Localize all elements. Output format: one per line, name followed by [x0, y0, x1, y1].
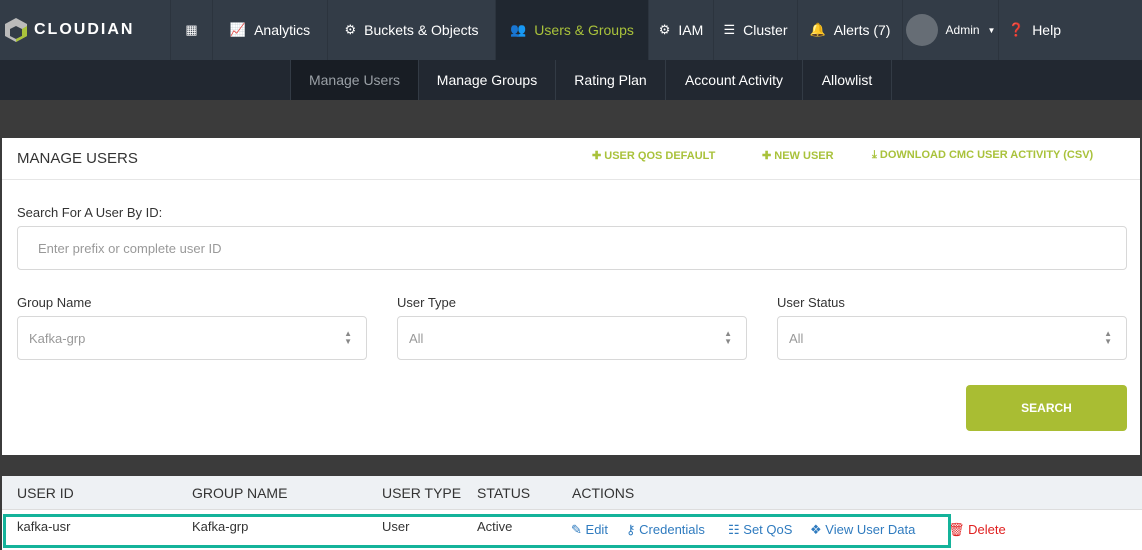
nav-help[interactable]: ❓ Help	[998, 0, 1070, 60]
col-user-id[interactable]: USER ID	[17, 485, 74, 501]
nav-users-groups[interactable]: 👥 Users & Groups	[495, 0, 648, 60]
search-button[interactable]: SEARCH	[966, 385, 1127, 431]
col-group-name[interactable]: GROUP NAME	[192, 485, 287, 501]
sort-arrows-icon: ▲ ▼	[1104, 329, 1112, 346]
grid-icon: ▦	[185, 22, 198, 37]
users-icon: 👥	[510, 22, 527, 37]
user-qos-default-link[interactable]: ✚ USER QOS DEFAULT	[592, 149, 715, 162]
sort-arrows-icon: ▲ ▼	[344, 329, 352, 346]
nav-iam[interactable]: ⚙ IAM	[648, 0, 713, 60]
user-type-label: User Type	[397, 295, 457, 310]
tab-manage-groups[interactable]: Manage Groups	[418, 60, 555, 100]
caret-down-icon: ▼	[987, 25, 996, 35]
brand-name: CLOUDIAN	[34, 21, 135, 38]
server-icon: ☰	[723, 22, 736, 37]
gear-icon: ⚙	[658, 22, 671, 37]
row-highlight	[3, 514, 951, 548]
download-csv-link[interactable]: ⤓ DOWNLOAD CMC USER ACTIVITY (CSV)	[872, 149, 1093, 162]
sort-arrows-icon: ▲ ▼	[724, 329, 732, 346]
col-actions: ACTIONS	[572, 485, 635, 501]
chart-icon: 📈	[229, 22, 247, 37]
nav-admin[interactable]: Admin ▼	[902, 0, 998, 60]
top-nav: CLOUDIAN ▦ 📈 Analytics ⚙ Buckets & Objects…	[0, 0, 1142, 60]
search-label: Search For A User By ID:	[17, 205, 163, 220]
group-name-select[interactable]: Kafka-grp ▲ ▼	[17, 316, 367, 360]
cloudian-logo-icon	[4, 17, 28, 43]
nav-dashboard[interactable]: ▦	[170, 0, 212, 60]
nav-cluster[interactable]: ☰ Cluster	[713, 0, 797, 60]
group-name-label: Group Name	[17, 295, 92, 310]
user-status-label: User Status	[777, 295, 845, 310]
sub-nav: Manage Users Manage Groups Rating Plan A…	[0, 60, 1142, 100]
user-type-select[interactable]: All ▲ ▼	[397, 316, 747, 360]
help-icon: ❓	[1008, 22, 1025, 37]
tab-account-activity[interactable]: Account Activity	[665, 60, 802, 100]
nav-buckets[interactable]: ⚙ Buckets & Objects	[327, 0, 495, 60]
user-status-select[interactable]: All ▲ ▼	[777, 316, 1127, 360]
new-user-link[interactable]: ✚ NEW USER	[762, 149, 834, 162]
page-title: MANAGE USERS	[17, 150, 138, 167]
bell-icon: 🔔	[809, 22, 826, 37]
table-header: USER ID GROUP NAME USER TYPE STATUS ACTI…	[2, 476, 1142, 510]
logo[interactable]: CLOUDIAN	[0, 0, 170, 60]
nav-alerts[interactable]: 🔔 Alerts (7)	[797, 0, 902, 60]
tab-rating-plan[interactable]: Rating Plan	[555, 60, 665, 100]
nav-analytics[interactable]: 📈 Analytics	[212, 0, 327, 60]
manage-users-panel: MANAGE USERS ✚ USER QOS DEFAULT ✚ NEW US…	[2, 138, 1140, 455]
gear-icon: ⚙	[344, 22, 357, 37]
col-status[interactable]: STATUS	[477, 485, 530, 501]
col-user-type[interactable]: USER TYPE	[382, 485, 461, 501]
user-id-search-input[interactable]: Enter prefix or complete user ID	[17, 226, 1127, 270]
delete-action[interactable]: 🗑 Delete	[948, 522, 1006, 538]
tab-manage-users[interactable]: Manage Users	[290, 60, 418, 100]
tab-allowlist[interactable]: Allowlist	[802, 60, 892, 100]
avatar-icon	[905, 14, 938, 46]
